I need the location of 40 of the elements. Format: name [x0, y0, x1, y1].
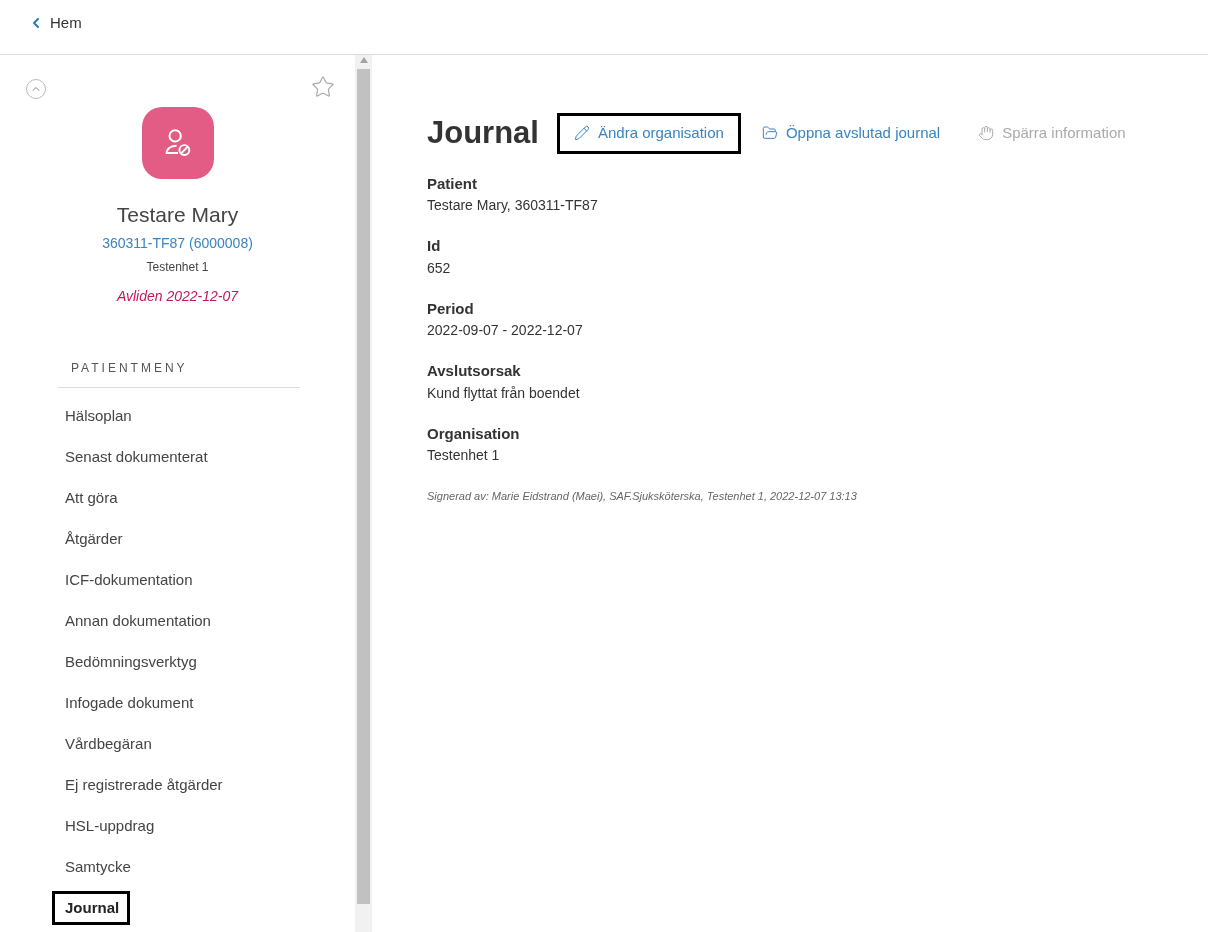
menu-item[interactable]: ICF-dokumentation [52, 562, 204, 598]
back-link[interactable]: Hem [28, 12, 82, 35]
deceased-date: Avliden 2022-12-07 [116, 286, 239, 306]
field-label: Period [427, 298, 475, 319]
patient-name: Testare Mary [116, 202, 239, 228]
star-icon[interactable] [311, 75, 335, 99]
patient-unit: Testenhet 1 [146, 258, 209, 276]
scroll-up-icon [359, 57, 368, 63]
menu-item[interactable]: Senast dokumenterat [52, 439, 219, 475]
menu-item[interactable]: Vårdbegäran [52, 726, 163, 762]
menu-heading: PATIENTMENY [58, 358, 300, 388]
page-title: Journal [427, 114, 539, 152]
pencil-icon [573, 125, 590, 142]
menu-item[interactable]: Hälsoplan [52, 398, 143, 434]
scrollbar-thumb[interactable] [357, 69, 370, 904]
menu-item[interactable]: Infogade dokument [52, 685, 205, 721]
signature-text: Signerad av: Marie Eidstrand (Maei), SAF.Sjuksköterska, Testenhet 1, 2022-12-07 13:13 [427, 489, 858, 504]
menu-item[interactable]: HSL-uppdrag [52, 808, 166, 844]
field-label: Avslutsorsak [427, 361, 522, 381]
menu-item[interactable]: Bedömningsverktyg [52, 644, 208, 680]
field-label: Id [427, 236, 442, 256]
action-link[interactable]: Öppna avslutad journal [744, 113, 958, 154]
menu-item[interactable]: Ej registrerade åtgärder [52, 767, 234, 803]
field-value: 652 [427, 258, 452, 278]
scrollbar[interactable] [355, 55, 372, 932]
menu-item[interactable]: Att göra [52, 480, 129, 516]
action-link[interactable]: Ändra organisation [556, 113, 741, 154]
menu-item[interactable]: Annan dokumentation [52, 603, 222, 639]
menu-item[interactable]: Samtycke [52, 849, 142, 885]
field-label: Organisation [427, 423, 521, 444]
menu-item[interactable]: Journal [52, 890, 131, 926]
menu-item[interactable]: Åtgärder [52, 521, 134, 557]
folder-icon [761, 125, 778, 142]
field-value: Testenhet 1 [427, 446, 501, 465]
patient-id-link[interactable]: 360311-TF87 (6000008) [102, 232, 253, 254]
field-value: 2022-09-07 - 2022-12-07 [427, 321, 584, 340]
field-value: Testare Mary, 360311-TF87 [427, 196, 599, 215]
field-label: Patient [427, 173, 478, 194]
hand-icon [978, 125, 995, 142]
field-value: Kund flyttat från boendet [427, 383, 581, 403]
